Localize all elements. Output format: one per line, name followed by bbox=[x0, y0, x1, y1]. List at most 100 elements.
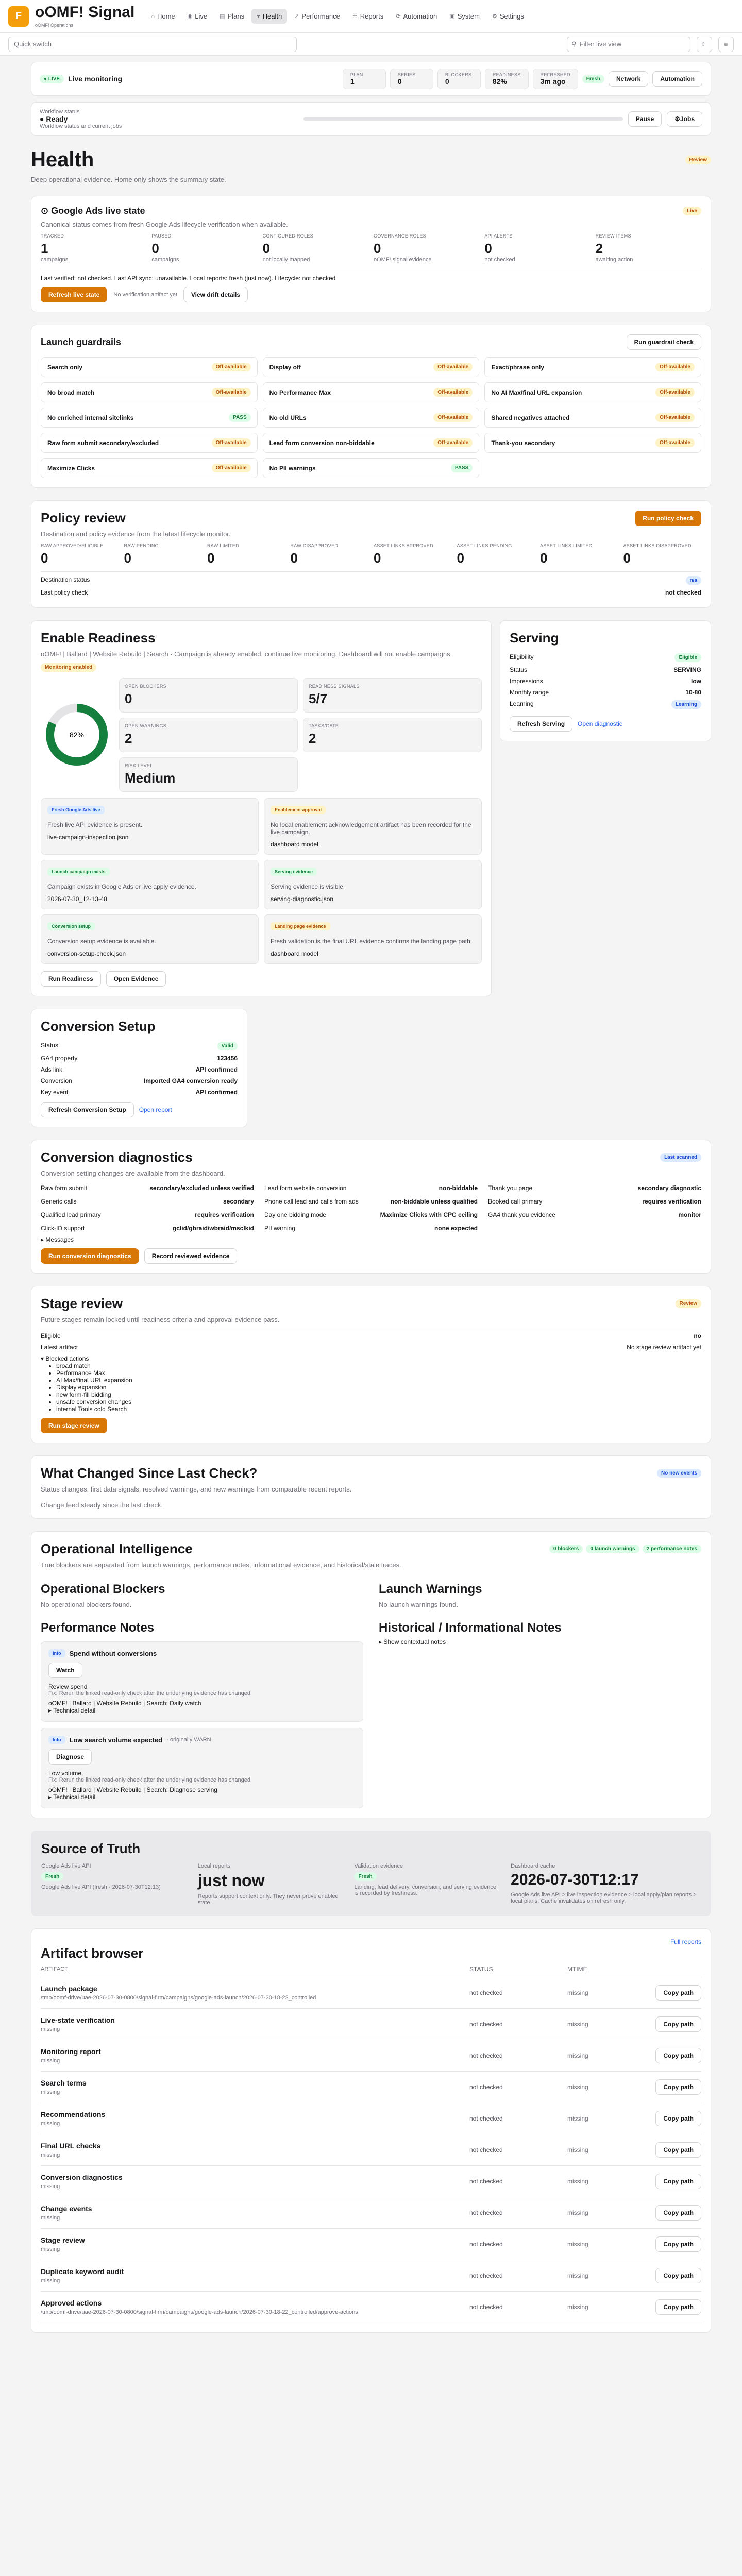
changed-badge: No new events bbox=[656, 1469, 701, 1478]
guardrail-status: Off-available bbox=[433, 363, 473, 371]
artifact-title: Conversion diagnostics bbox=[41, 2173, 123, 2181]
copy-path-button[interactable]: Copy path bbox=[655, 1985, 701, 2001]
stat-label: GOVERNANCE ROLES bbox=[373, 233, 426, 239]
open-evidence-button[interactable]: Open Evidence bbox=[106, 971, 166, 987]
diag-value: none expected bbox=[434, 1225, 478, 1232]
guardrail-label: Exact/phrase only bbox=[491, 363, 545, 371]
policy-label: RAW APPROVED/ELIGIBLE bbox=[41, 543, 104, 548]
filter-input[interactable]: ⚲ Filter live view bbox=[567, 36, 690, 52]
evidence-file: dashboard model bbox=[271, 841, 318, 848]
conv-key: Status bbox=[41, 1042, 59, 1049]
open-report-link[interactable]: Open report bbox=[139, 1106, 172, 1113]
artifact-copy: Copy path bbox=[650, 2016, 701, 2032]
guardrails-card: Launch guardrails Run guardrail check Sea… bbox=[31, 325, 711, 488]
copy-path-button[interactable]: Copy path bbox=[655, 2174, 701, 2189]
stat-sub: oOMF! signal evidence bbox=[373, 257, 432, 263]
monitor-pill: REFRESHED 3m ago bbox=[532, 69, 578, 89]
open-diagnostic-link[interactable]: Open diagnostic bbox=[578, 720, 622, 727]
stat-sub: campaigns bbox=[41, 257, 69, 263]
artifact-row: Recommendations missing not checked missing… bbox=[41, 2103, 701, 2134]
copy-path-button[interactable]: Copy path bbox=[655, 2111, 701, 2126]
full-reports-link[interactable]: Full reports bbox=[670, 1938, 701, 1945]
guardrail-label: No AI Max/final URL expansion bbox=[491, 388, 582, 396]
automation-button[interactable]: Automation bbox=[652, 71, 702, 87]
note-campaign: oOMF! | Ballard | Website Rebuild | Sear… bbox=[48, 1700, 201, 1707]
policy-stats: RAW APPROVED/ELIGIBLE 0 RAW PENDING 0 RAW LI… bbox=[41, 543, 701, 566]
record-evidence-button[interactable]: Record reviewed evidence bbox=[144, 1248, 238, 1264]
evidence-tag: Fresh Google Ads live bbox=[47, 806, 105, 814]
artifact-path: missing bbox=[41, 2278, 60, 2284]
intel-badge: 0 launch warnings bbox=[586, 1545, 639, 1553]
artifact-path: missing bbox=[41, 2089, 60, 2095]
run-readiness-button[interactable]: Run Readiness bbox=[41, 971, 101, 987]
evidence-tag: Launch campaign exists bbox=[47, 868, 110, 876]
reports-icon: ☰ bbox=[352, 13, 358, 20]
menu-icon[interactable]: ≡ bbox=[718, 36, 734, 52]
refresh-live-button[interactable]: Refresh live state bbox=[41, 287, 108, 302]
guardrail-label: No Performance Max bbox=[269, 388, 331, 396]
copy-path-button[interactable]: Copy path bbox=[655, 2268, 701, 2283]
source-of-truth: Source of Truth Google Ads live API Fresh… bbox=[31, 1831, 711, 1916]
copy-path-button[interactable]: Copy path bbox=[655, 2016, 701, 2032]
moon-icon[interactable]: ☾ bbox=[697, 36, 712, 52]
artifact-mtime: missing bbox=[567, 2272, 588, 2279]
app-logo[interactable]: F bbox=[8, 6, 29, 27]
note-action-button[interactable]: Watch bbox=[48, 1663, 82, 1678]
note-tech-toggle[interactable]: ▸ Technical detail bbox=[48, 1707, 356, 1714]
note-tech-toggle[interactable]: ▸ Technical detail bbox=[48, 1793, 356, 1801]
network-button[interactable]: Network bbox=[609, 71, 649, 87]
blocked-actions-toggle[interactable]: ▾ Blocked actions bbox=[41, 1355, 701, 1362]
run-diag-button[interactable]: Run conversion diagnostics bbox=[41, 1248, 139, 1264]
evidence-file: serving-diagnostic.json bbox=[271, 895, 334, 903]
system-icon: ▣ bbox=[449, 13, 455, 20]
artifact-row: Change events missing not checked missing Co… bbox=[41, 2197, 701, 2229]
nav-system[interactable]: ▣ System bbox=[444, 9, 485, 24]
policy-label: ASSET LINKS PENDING bbox=[457, 543, 512, 548]
run-guardrail-button[interactable]: Run guardrail check bbox=[626, 334, 701, 350]
policy-value: 0 bbox=[41, 550, 48, 566]
copy-path-button[interactable]: Copy path bbox=[655, 2205, 701, 2221]
copy-path-button[interactable]: Copy path bbox=[655, 2299, 701, 2315]
messages-toggle[interactable]: ▸ Messages bbox=[41, 1236, 701, 1243]
diag-value: secondary diagnostic bbox=[637, 1184, 701, 1192]
jobs-button[interactable]: ⚙ Jobs bbox=[667, 111, 702, 127]
nav-automation[interactable]: ⟳ Automation bbox=[391, 9, 442, 24]
copy-path-button[interactable]: Copy path bbox=[655, 2048, 701, 2063]
copy-path-button[interactable]: Copy path bbox=[655, 2236, 701, 2252]
conv-value: 123456 bbox=[216, 1055, 238, 1062]
no-verify-text: No verification artifact yet bbox=[113, 292, 177, 298]
artifact-browser: Full reports Artifact browser ARTIFACT ST… bbox=[31, 1928, 711, 2333]
note-action-button[interactable]: Diagnose bbox=[48, 1749, 92, 1765]
artifact-copy: Copy path bbox=[650, 2299, 701, 2315]
nav-settings[interactable]: ⚙ Settings bbox=[487, 9, 529, 24]
artifact-name: Monitoring report missing bbox=[41, 2047, 469, 2064]
diag-items: Raw form submit secondary/excluded unless… bbox=[41, 1182, 701, 1234]
monitor-pill: READINESS 82% bbox=[484, 69, 529, 89]
copy-path-button[interactable]: Copy path bbox=[655, 2142, 701, 2158]
refresh-conv-button[interactable]: Refresh Conversion Setup bbox=[41, 1102, 134, 1117]
ads-stat: REVIEW ITEMS 2 awaiting action bbox=[596, 233, 701, 263]
pause-button[interactable]: Pause bbox=[628, 111, 662, 127]
nav-plans[interactable]: ▤ Plans bbox=[214, 9, 249, 24]
nav-home[interactable]: ⌂ Home bbox=[146, 9, 180, 24]
copy-path-button[interactable]: Copy path bbox=[655, 2079, 701, 2095]
quick-switch-input[interactable]: Quick switch bbox=[8, 36, 297, 52]
artifact-name: Recommendations missing bbox=[41, 2110, 469, 2127]
monitor-pill: PLAN 1 bbox=[342, 69, 386, 89]
note-title: Spend without conversions bbox=[69, 1649, 157, 1657]
nav-live[interactable]: ◉ Live bbox=[182, 9, 212, 24]
stage-badge: Review bbox=[675, 1299, 701, 1308]
truth-sub: Reports support context only. They never… bbox=[197, 1893, 339, 1906]
nav-reports[interactable]: ☰ Reports bbox=[347, 9, 389, 24]
view-drift-button[interactable]: View drift details bbox=[183, 287, 248, 302]
nav-performance[interactable]: ↗ Performance bbox=[289, 9, 345, 24]
run-stage-button[interactable]: Run stage review bbox=[41, 1418, 107, 1433]
artifact-path: /tmp/oomf-drive/uae-2026-07-30-0800/sign… bbox=[41, 1995, 316, 2001]
truth-col: Local reports just now Reports support con… bbox=[198, 1863, 344, 1906]
refresh-serving-button[interactable]: Refresh Serving bbox=[510, 716, 573, 732]
run-policy-button[interactable]: Run policy check bbox=[635, 510, 701, 526]
hist-toggle[interactable]: ▸ Show contextual notes bbox=[379, 1638, 701, 1646]
nav-health[interactable]: ♥ Health bbox=[251, 9, 288, 24]
conv-value: API confirmed bbox=[195, 1066, 238, 1073]
blocked-actions-list: broad matchPerformance MaxAI Max/final U… bbox=[56, 1362, 701, 1413]
